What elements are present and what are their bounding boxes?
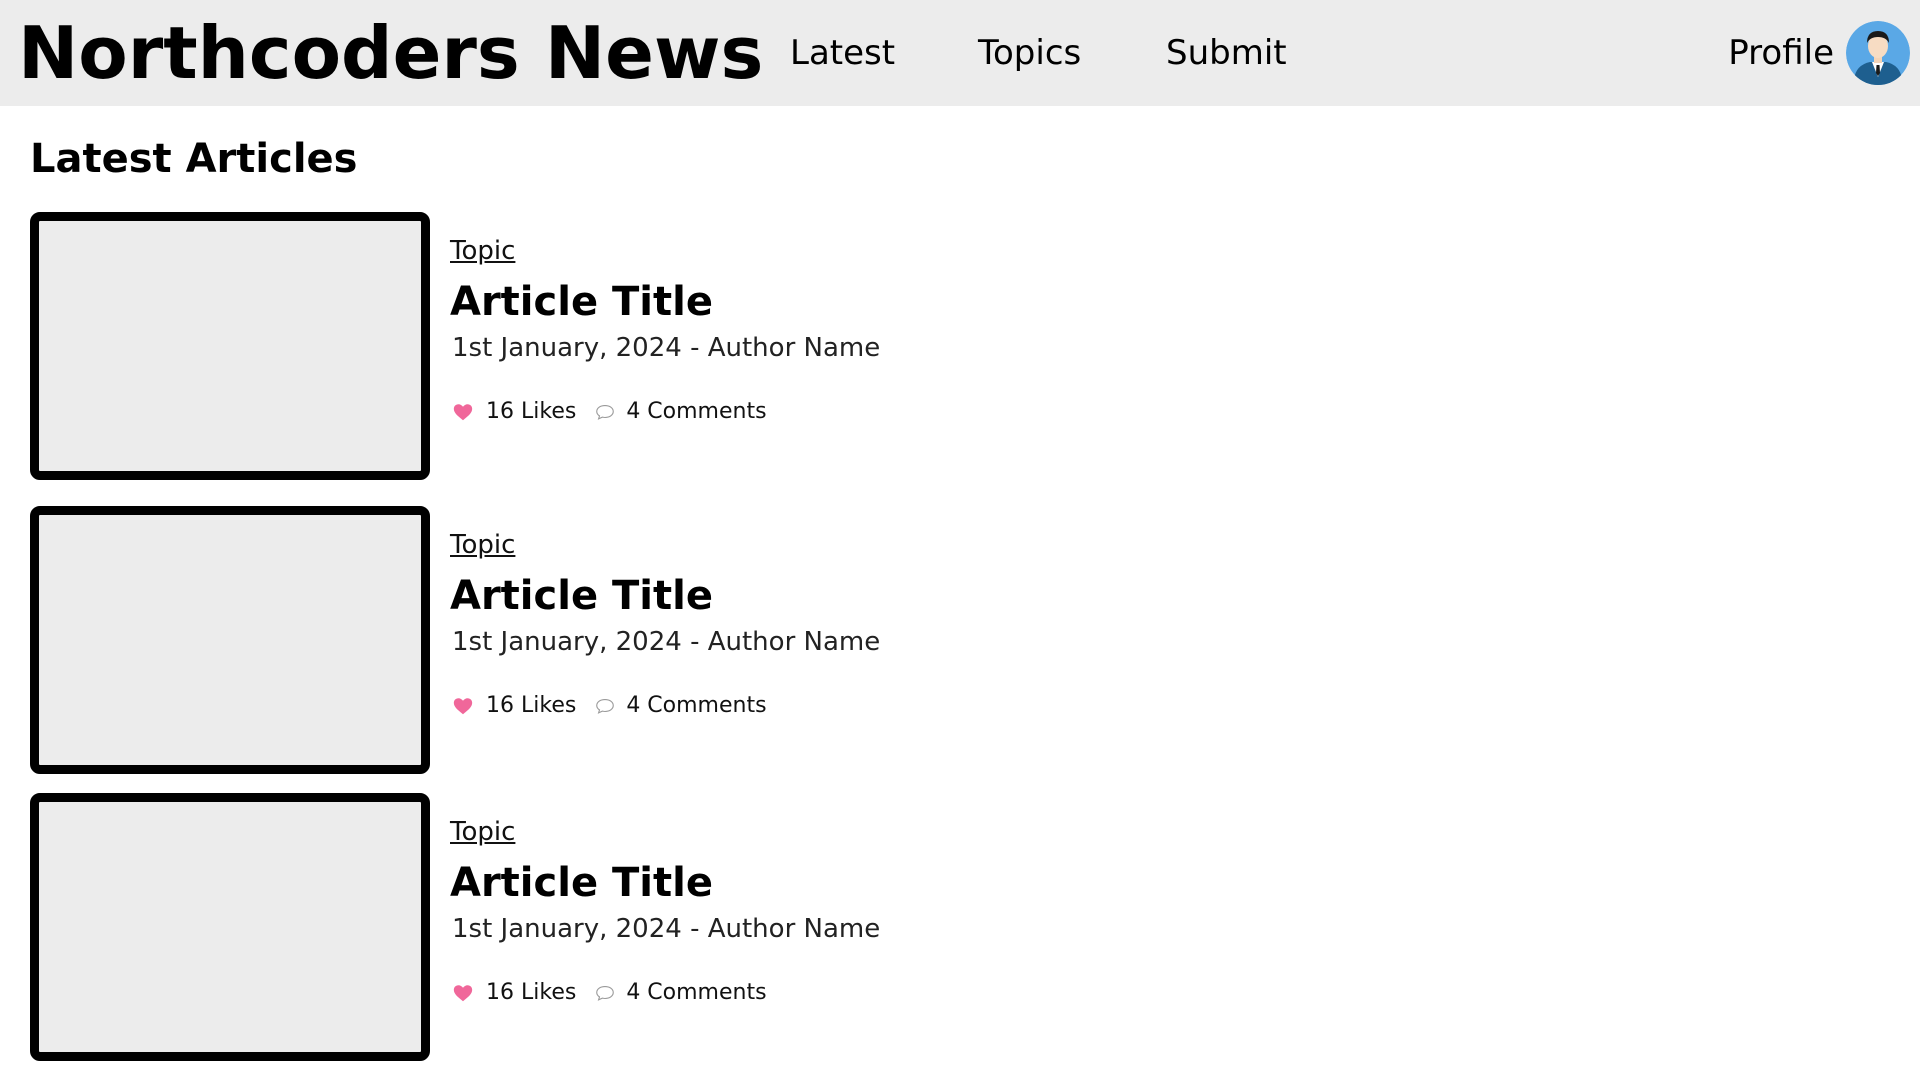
article-thumbnail[interactable]: [30, 793, 430, 1061]
speech-bubble-icon[interactable]: [594, 695, 616, 717]
article-title[interactable]: Article Title: [450, 276, 713, 328]
article-stats: 16 Likes 4 Comments: [452, 978, 767, 1008]
article-card: Topic Article Title 1st January, 2024 - …: [30, 212, 1030, 480]
page-title: Latest Articles: [30, 136, 358, 182]
nav-link-topics[interactable]: Topics: [978, 28, 1081, 78]
heart-icon[interactable]: [452, 982, 474, 1004]
comments-count: 4 Comments: [626, 693, 767, 718]
comments-count: 4 Comments: [626, 980, 767, 1005]
article-thumbnail[interactable]: [30, 506, 430, 774]
article-byline: 1st January, 2024 - Author Name: [452, 333, 881, 363]
heart-icon[interactable]: [452, 401, 474, 423]
article-title[interactable]: Article Title: [450, 857, 713, 909]
article-title[interactable]: Article Title: [450, 570, 713, 622]
heart-icon[interactable]: [452, 695, 474, 717]
article-topic-link[interactable]: Topic: [450, 234, 515, 268]
article-thumbnail[interactable]: [30, 212, 430, 480]
article-card: Topic Article Title 1st January, 2024 - …: [30, 506, 1030, 774]
nav-link-submit[interactable]: Submit: [1166, 28, 1287, 78]
user-avatar-icon[interactable]: [1846, 21, 1910, 85]
speech-bubble-icon[interactable]: [594, 982, 616, 1004]
article-topic-link[interactable]: Topic: [450, 815, 515, 849]
avatar-illustration: [1846, 21, 1910, 85]
profile-link[interactable]: Profile: [1728, 28, 1834, 78]
article-byline: 1st January, 2024 - Author Name: [452, 914, 881, 944]
likes-count: 16 Likes: [486, 399, 577, 424]
article-stats: 16 Likes 4 Comments: [452, 397, 767, 427]
comments-count: 4 Comments: [626, 399, 767, 424]
likes-count: 16 Likes: [486, 693, 577, 718]
speech-bubble-icon[interactable]: [594, 401, 616, 423]
likes-count: 16 Likes: [486, 980, 577, 1005]
nav-link-latest[interactable]: Latest: [790, 28, 895, 78]
article-byline: 1st January, 2024 - Author Name: [452, 627, 881, 657]
top-navigation-bar: Northcoders News Latest Topics Submit Pr…: [0, 0, 1920, 106]
site-logo-title[interactable]: Northcoders News: [18, 10, 763, 96]
article-stats: 16 Likes 4 Comments: [452, 691, 767, 721]
article-card: Topic Article Title 1st January, 2024 - …: [30, 793, 1030, 1061]
article-topic-link[interactable]: Topic: [450, 528, 515, 562]
